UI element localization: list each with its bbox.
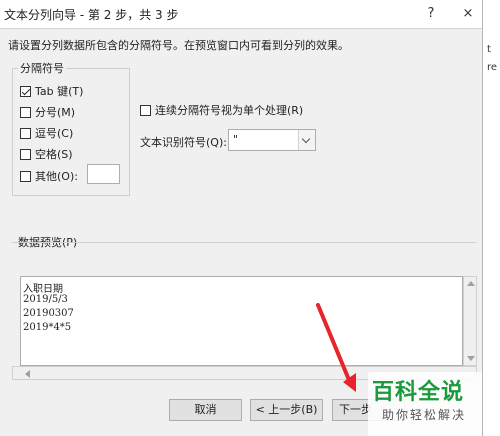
checkbox-checked[interactable] [20,85,31,97]
space-delimiter-checkbox[interactable]: 空格(S) [20,146,73,162]
divider [12,242,476,243]
comma-delimiter-checkbox[interactable]: 逗号(C) [20,125,73,141]
consecutive-delimiters-label: 连续分隔符号视为单个处理(R) [155,104,304,117]
text-import-wizard-dialog: 文本分列向导 - 第 2 步，共 3 步 ? × 请设置分列数据所包含的分隔符号… [0,0,483,436]
other-delimiter-checkbox[interactable]: 其他(O): [20,168,78,184]
checkbox-unchecked[interactable] [140,104,151,116]
background-sheet: t re [482,0,500,436]
checkbox-unchecked[interactable] [20,127,31,139]
sheet-cell: t [487,44,491,55]
consecutive-delimiters-checkbox[interactable]: 连续分隔符号视为单个处理(R) [140,102,303,118]
text-qualifier-label: 文本识别符号(Q): [140,136,227,149]
vertical-scrollbar[interactable] [463,276,477,366]
sheet-cell: re [487,62,498,73]
checkbox-unchecked[interactable] [20,106,31,118]
tab-delimiter-checkbox[interactable]: Tab 键(T) [20,83,83,99]
preview-row: 2019/5/3 [23,294,68,305]
chevron-down-icon[interactable] [298,130,315,150]
preview-row: 2019*4*5 [23,322,72,333]
delimiter-group-title: 分隔符号 [18,60,66,76]
scroll-down-icon[interactable] [467,356,475,361]
watermark-title: 百科全说 [372,380,465,405]
other-delimiter-label: 其他(O): [35,170,78,183]
back-button[interactable]: < 上一步(B) [250,399,323,421]
preview-row: 入职日期 [23,284,63,295]
checkbox-unchecked[interactable] [20,148,31,160]
close-button[interactable]: × [458,4,478,24]
watermark-logo: 百科全说 助你轻松解决 [368,372,482,436]
preview-row: 20190307 [23,308,74,319]
checkbox-unchecked[interactable] [20,170,31,182]
tab-delimiter-label: Tab 键(T) [35,85,84,98]
window-title: 文本分列向导 - 第 2 步，共 3 步 [4,8,179,22]
cancel-button[interactable]: 取消 [169,399,242,421]
text-qualifier-select[interactable]: " [228,129,316,151]
title-bar: 文本分列向导 - 第 2 步，共 3 步 ? × [0,0,482,29]
semicolon-delimiter-checkbox[interactable]: 分号(M) [20,104,75,120]
watermark-subtitle: 助你轻松解决 [382,408,467,422]
space-delimiter-label: 空格(S) [35,148,73,161]
other-delimiter-input[interactable] [87,164,120,184]
instruction-text: 请设置分列数据所包含的分隔符号。在预览窗口内可看到分列的效果。 [8,39,349,52]
comma-delimiter-label: 逗号(C) [35,127,74,140]
data-preview-pane[interactable]: 入职日期 2019/5/3 20190307 2019*4*5 [20,276,463,366]
scroll-up-icon[interactable] [467,281,475,286]
help-button[interactable]: ? [421,4,441,24]
text-qualifier-value: " [233,133,239,146]
scroll-left-icon[interactable] [25,370,30,378]
semicolon-delimiter-label: 分号(M) [35,106,76,119]
